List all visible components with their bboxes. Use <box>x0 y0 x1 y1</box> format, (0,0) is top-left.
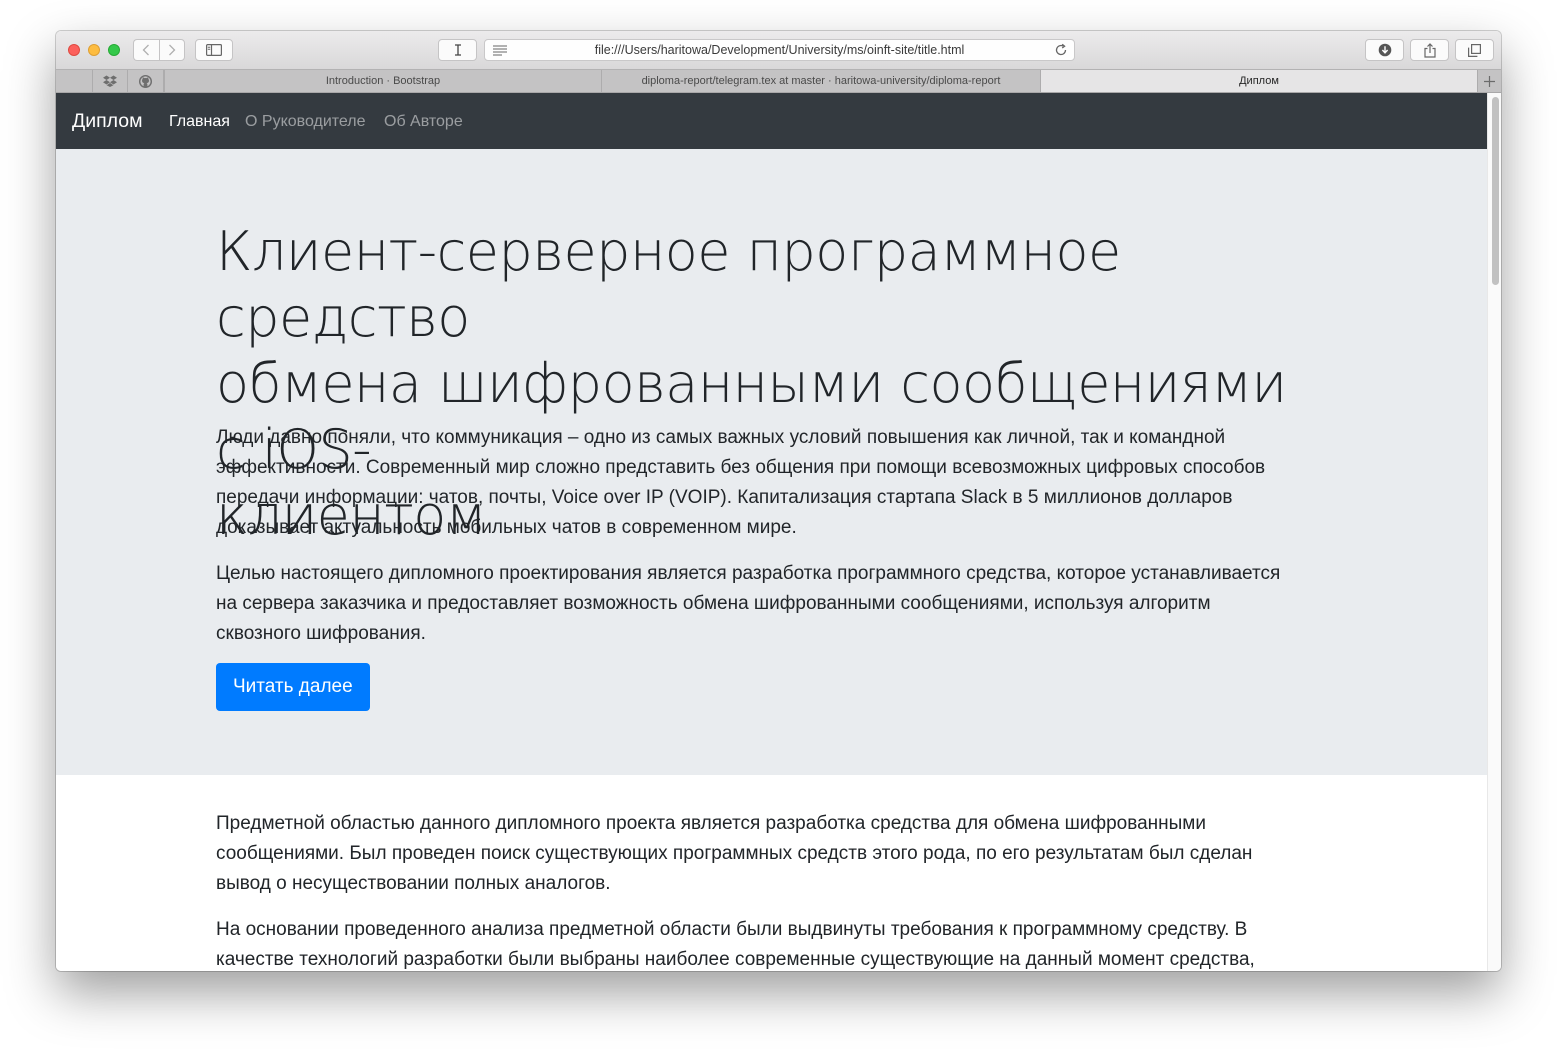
url-text: file:///Users/haritowa/Development/Unive… <box>594 43 965 57</box>
tab-label: Introduction · Bootstrap <box>325 75 441 87</box>
history-navigation <box>133 39 185 61</box>
tab-label: Диплом <box>1239 75 1279 87</box>
zoom-window-button[interactable] <box>108 44 120 56</box>
forward-icon <box>168 44 176 56</box>
share-icon <box>1423 42 1436 58</box>
pinned-tab-github[interactable] <box>128 70 164 92</box>
minimize-window-button[interactable] <box>88 44 100 56</box>
downloads-button[interactable] <box>1365 39 1404 61</box>
forward-button[interactable] <box>158 39 185 61</box>
site-navbar: Диплом Главная О Руководителе Об Авторе <box>56 93 1487 149</box>
address-bar[interactable]: file:///Users/haritowa/Development/Unive… <box>484 39 1075 61</box>
tab-diploma[interactable]: Диплом <box>1040 70 1477 92</box>
pinned-tab-dropbox[interactable] <box>92 70 128 92</box>
read-more-button[interactable]: Читать далее <box>216 663 370 711</box>
paragraph-line: Люди давно поняли, что коммуникация – од… <box>216 427 1226 448</box>
text-cursor-icon <box>454 44 461 56</box>
sidebar-icon <box>206 44 222 56</box>
paragraph-line: Целью настоящего дипломного проектирован… <box>216 563 1281 584</box>
back-icon <box>142 44 150 56</box>
navbar-brand[interactable]: Диплом <box>72 110 143 133</box>
subject-area-paragraph: Предметной областью данного дипломного п… <box>216 809 1326 899</box>
nav-link-supervisor[interactable]: О Руководителе <box>245 113 366 131</box>
paragraph-line: На основании проведенного анализа предме… <box>216 919 1248 940</box>
hero-intro-paragraph: Люди давно поняли, что коммуникация – од… <box>216 423 1326 543</box>
paragraph-line: вывод о несуществовании полных аналогов. <box>216 873 611 894</box>
title-line: Клиент-серверное программное средство <box>216 220 1121 349</box>
tab-bar: Introduction · Bootstrap diploma-report/… <box>56 69 1501 93</box>
tab-bootstrap[interactable]: Introduction · Bootstrap <box>164 70 601 92</box>
dropbox-icon <box>103 75 117 87</box>
hero-goal-paragraph: Целью настоящего дипломного проектирован… <box>216 559 1326 649</box>
back-button[interactable] <box>133 39 159 61</box>
new-tab-icon <box>1484 75 1495 87</box>
paragraph-line: на сервера заказчика и предоставляет воз… <box>216 593 1211 614</box>
tabs-overview-icon <box>1468 43 1481 57</box>
paragraph-line: доказывает актуальность мобильных чатов … <box>216 517 797 538</box>
browser-toolbar: file:///Users/haritowa/Development/Unive… <box>56 31 1501 69</box>
paragraph-line: эффективности. Современный мир сложно пр… <box>216 457 1266 478</box>
browser-window: file:///Users/haritowa/Development/Unive… <box>56 31 1501 971</box>
page-scrollbar[interactable] <box>1487 93 1501 971</box>
web-page: Диплом Главная О Руководителе Об Авторе … <box>56 93 1487 971</box>
requirements-paragraph: На основании проведенного анализа предме… <box>216 915 1326 971</box>
paragraph-line: сквозного шифрования. <box>216 623 426 644</box>
paragraph-line: Предметной областью данного дипломного п… <box>216 813 1206 834</box>
tab-diploma-report[interactable]: diploma-report/telegram.tex at master · … <box>601 70 1040 92</box>
share-button[interactable] <box>1410 39 1449 61</box>
tab-label: diploma-report/telegram.tex at master · … <box>641 75 1001 87</box>
text-cursor-button[interactable] <box>438 39 477 61</box>
new-tab-button[interactable] <box>1477 70 1501 92</box>
close-window-button[interactable] <box>68 44 80 56</box>
scrollbar-thumb[interactable] <box>1492 97 1499 285</box>
nav-link-home[interactable]: Главная <box>169 113 230 131</box>
github-icon <box>139 74 152 88</box>
paragraph-line: качестве технологий разработки были выбр… <box>216 949 1255 970</box>
reload-icon[interactable] <box>1054 43 1068 57</box>
sidebar-button[interactable] <box>195 39 233 61</box>
nav-link-author[interactable]: Об Авторе <box>384 113 463 131</box>
jumbotron: Клиент-серверное программное средство об… <box>56 149 1487 775</box>
tabs-overview-button[interactable] <box>1455 39 1494 61</box>
paragraph-line: сообщениями. Был проведен поиск существу… <box>216 843 1253 864</box>
paragraph-line: передачи информации: чатов, почты, Voice… <box>216 487 1233 508</box>
download-icon <box>1378 43 1391 57</box>
